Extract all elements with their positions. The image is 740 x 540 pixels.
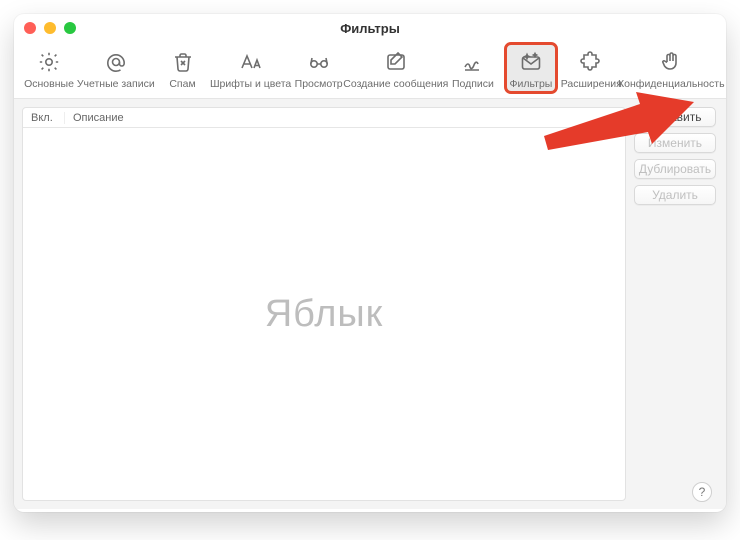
trash-icon xyxy=(171,48,195,76)
tab-viewing[interactable]: Просмотр xyxy=(294,44,344,92)
tab-general[interactable]: Основные xyxy=(24,44,74,92)
tab-extensions[interactable]: Расширения xyxy=(564,44,619,92)
glasses-icon xyxy=(307,48,331,76)
add-button[interactable]: Добавить xyxy=(634,107,716,127)
tab-accounts[interactable]: Учетные записи xyxy=(82,44,150,92)
rules-list-body: Яблык xyxy=(23,128,625,500)
preferences-toolbar: Основные Учетные записи Спам Шрифты и цв… xyxy=(14,42,726,99)
tab-label: Учетные записи xyxy=(77,78,155,90)
rules-list-header: Вкл. Описание xyxy=(23,108,625,128)
puzzle-icon xyxy=(579,48,603,76)
window-title: Фильтры xyxy=(340,21,400,36)
gear-icon xyxy=(37,48,61,76)
watermark-text: Яблык xyxy=(23,128,625,500)
column-description[interactable]: Описание xyxy=(65,112,625,124)
tab-label: Основные xyxy=(24,78,74,90)
rules-list[interactable]: Вкл. Описание Яблык xyxy=(22,107,626,501)
signature-icon xyxy=(461,48,485,76)
tab-signatures[interactable]: Подписи xyxy=(448,44,498,92)
tab-label: Расширения xyxy=(561,78,622,90)
tab-label: Просмотр xyxy=(295,78,343,90)
help-button[interactable]: ? xyxy=(692,482,712,502)
tab-label: Создание сообщения xyxy=(343,78,448,90)
side-buttons: Добавить Изменить Дублировать Удалить xyxy=(626,99,726,509)
tab-label: Подписи xyxy=(452,78,494,90)
fonts-icon xyxy=(239,48,263,76)
titlebar: Фильтры xyxy=(14,14,726,42)
tab-privacy[interactable]: Конфиденциальность xyxy=(627,44,716,92)
edit-button[interactable]: Изменить xyxy=(634,133,716,153)
tab-label: Спам xyxy=(169,78,195,90)
tab-fonts[interactable]: Шрифты и цвета xyxy=(216,44,286,92)
hand-icon xyxy=(659,48,683,76)
at-sign-icon xyxy=(104,48,128,76)
rules-body: Вкл. Описание Яблык Добавить Изменить Ду… xyxy=(14,99,726,509)
envelope-sparkle-icon xyxy=(519,48,543,76)
compose-icon xyxy=(384,48,408,76)
column-on[interactable]: Вкл. xyxy=(23,112,65,124)
duplicate-button[interactable]: Дублировать xyxy=(634,159,716,179)
tab-compose[interactable]: Создание сообщения xyxy=(352,44,440,92)
traffic-lights xyxy=(24,22,76,34)
maximize-icon[interactable] xyxy=(64,22,76,34)
tab-label: Фильтры xyxy=(510,78,553,90)
minimize-icon[interactable] xyxy=(44,22,56,34)
delete-button[interactable]: Удалить xyxy=(634,185,716,205)
tab-label: Шрифты и цвета xyxy=(210,78,291,90)
preferences-window: Фильтры Основные Учетные записи Спам Ш xyxy=(14,14,726,512)
tab-rules[interactable]: Фильтры xyxy=(506,44,556,92)
tab-junk[interactable]: Спам xyxy=(158,44,208,92)
tab-label: Конфиденциальность xyxy=(618,78,725,90)
close-icon[interactable] xyxy=(24,22,36,34)
